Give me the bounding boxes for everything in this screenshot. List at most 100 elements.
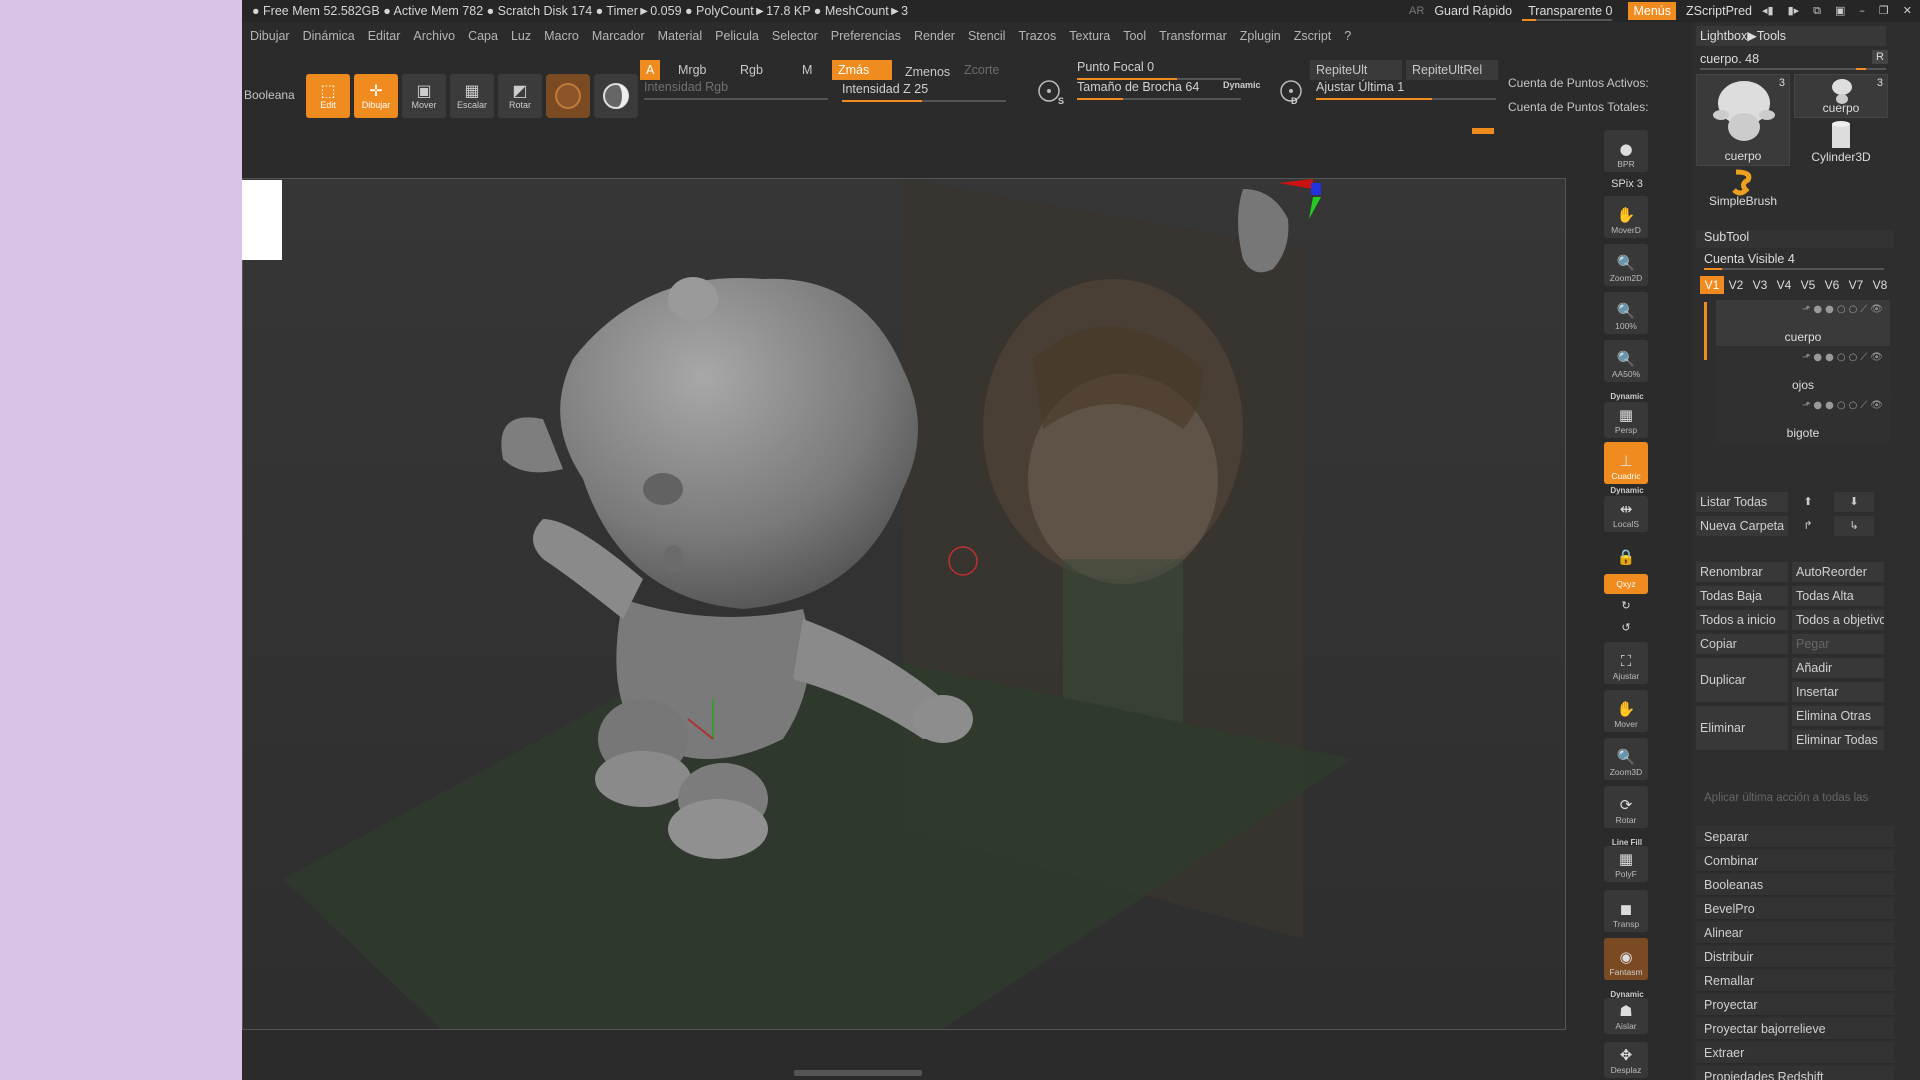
paste-button[interactable]: Pegar — [1792, 634, 1884, 654]
version-tab-v4[interactable]: V4 — [1772, 276, 1796, 294]
actual-size-button[interactable]: 🔍 100% — [1604, 292, 1648, 334]
minimize-icon[interactable]: – — [1859, 4, 1865, 18]
menu-editar[interactable]: Editar — [368, 29, 401, 43]
window-tile-icon[interactable]: ⧉ — [1813, 4, 1821, 18]
rename-button[interactable]: Renombrar — [1696, 562, 1788, 582]
section-combinar[interactable]: Combinar — [1696, 850, 1894, 872]
r-button[interactable]: R — [1872, 50, 1888, 64]
version-tab-v3[interactable]: V3 — [1748, 276, 1772, 294]
add-button[interactable]: Añadir — [1792, 658, 1884, 678]
zadd-toggle[interactable]: Zmás — [832, 60, 892, 80]
menu-dinamica[interactable]: Dinámica — [303, 29, 355, 43]
draw-button[interactable]: ✛ Dibujar — [354, 74, 398, 118]
layout-right-icon[interactable]: ▮▸ — [1788, 4, 1800, 18]
menu-preferencias[interactable]: Preferencias — [831, 29, 901, 43]
transparency-slider[interactable]: Transparente 0 — [1522, 4, 1618, 21]
focal-slider[interactable]: Punto Focal 0 — [1071, 60, 1241, 80]
local-symmetry-button[interactable]: ⇹ LocalS — [1604, 496, 1648, 532]
rgb-intensity-slider[interactable]: Intensidad Rgb — [638, 80, 828, 100]
window-layout-icon[interactable]: ▣ — [1835, 4, 1845, 18]
new-folder-button[interactable]: Nueva Carpeta — [1696, 516, 1788, 536]
rotate-y-icon[interactable]: ↻ — [1604, 596, 1648, 616]
all-to-target-button[interactable]: Todos a objetivo — [1792, 610, 1884, 630]
visible-count-slider[interactable]: Cuenta Visible 4 — [1696, 252, 1886, 270]
menu-capa[interactable]: Capa — [468, 29, 498, 43]
material-button[interactable] — [546, 74, 590, 118]
transp-button[interactable]: ◼ Transp — [1604, 890, 1648, 932]
menu-pelicula[interactable]: Pelicula — [715, 29, 759, 43]
subtool-header[interactable]: SubTool — [1696, 230, 1894, 248]
move3d-button[interactable]: ✋ Mover — [1604, 690, 1648, 732]
all-to-start-button[interactable]: Todos a inicio — [1696, 610, 1788, 630]
persp-button[interactable]: ▦ Persp — [1604, 402, 1648, 438]
folder-down-icon[interactable]: ↳ — [1834, 516, 1874, 536]
zoom2d-button[interactable]: 🔍 Zoom2D — [1604, 244, 1648, 286]
section-booleanas[interactable]: Booleanas — [1696, 874, 1894, 896]
list-all-button[interactable]: Listar Todas — [1696, 492, 1788, 512]
menu-zscript[interactable]: Zscript — [1294, 29, 1332, 43]
aa-half-button[interactable]: 🔍 AA50% — [1604, 340, 1648, 382]
zoom3d-button[interactable]: 🔍 Zoom3D — [1604, 738, 1648, 780]
move-down-icon[interactable]: ⬇ — [1834, 492, 1874, 512]
version-tab-v8[interactable]: V8 — [1868, 276, 1892, 294]
edit-button[interactable]: ⬚ Edit — [306, 74, 350, 118]
menu-selector[interactable]: Selector — [772, 29, 818, 43]
rotate3d-button[interactable]: ⟳ Rotar — [1604, 786, 1648, 828]
section-distribuir[interactable]: Distribuir — [1696, 946, 1894, 968]
tool-thumb-cuerpo[interactable]: 3 cuerpo — [1696, 74, 1790, 166]
menu-render[interactable]: Render — [914, 29, 955, 43]
brush-size-slider[interactable]: Tamaño de Brocha 64 — [1071, 80, 1241, 100]
scale-button[interactable]: ▦ Escalar — [450, 74, 494, 118]
solo-button[interactable]: ☗ Aislar — [1604, 998, 1648, 1034]
menu-macro[interactable]: Macro — [544, 29, 579, 43]
section-separar[interactable]: Separar — [1696, 826, 1894, 848]
version-tab-v7[interactable]: V7 — [1844, 276, 1868, 294]
section-extraer[interactable]: Extraer — [1696, 1042, 1894, 1064]
zsub-toggle[interactable]: Zmenos — [899, 62, 956, 82]
lock-button[interactable]: 🔒 — [1604, 534, 1648, 570]
boolean-label[interactable]: Booleana — [244, 88, 295, 102]
folder-up-icon[interactable]: ↱ — [1788, 516, 1828, 536]
menu-archivo[interactable]: Archivo — [413, 29, 455, 43]
tool-slider[interactable]: cuerpo. 48 — [1696, 50, 1886, 70]
autoreorder-button[interactable]: AutoReorder — [1792, 562, 1884, 582]
delete-button[interactable]: Eliminar — [1696, 706, 1788, 750]
frame-button[interactable]: ⛶ Ajustar — [1604, 642, 1648, 684]
menu-luz[interactable]: Luz — [511, 29, 531, 43]
subtool-toggles-icon[interactable]: ⬏●●○○⟋👁 — [1802, 400, 1886, 411]
script-button[interactable]: ZScriptPred — [1686, 4, 1752, 18]
delete-all-button[interactable]: Eliminar Todas — [1792, 730, 1884, 750]
insert-button[interactable]: Insertar — [1792, 682, 1884, 702]
bpr-button[interactable]: ● BPR — [1604, 130, 1648, 172]
m-toggle[interactable]: M — [796, 60, 818, 80]
menu-zplugin[interactable]: Zplugin — [1240, 29, 1281, 43]
replay-last-rel-button[interactable]: RepiteUltRel — [1406, 60, 1498, 80]
layout-left-icon[interactable]: ◂▮ — [1762, 4, 1774, 18]
rotate-button[interactable]: ◩ Rotar — [498, 74, 542, 118]
version-tab-v1[interactable]: V1 — [1700, 276, 1724, 294]
menu-help[interactable]: ? — [1344, 29, 1351, 43]
menus-button[interactable]: Menús — [1628, 2, 1676, 20]
adjust-last-slider[interactable]: Ajustar Última 1 — [1310, 80, 1496, 100]
texture-button[interactable] — [594, 74, 638, 118]
apply-all-hint[interactable]: Aplicar última acción a todas las — [1704, 792, 1894, 804]
version-tab-v2[interactable]: V2 — [1724, 276, 1748, 294]
a-toggle[interactable]: A — [640, 60, 661, 80]
move-button[interactable]: ▣ Mover — [402, 74, 446, 118]
move-up-icon[interactable]: ⬆ — [1788, 492, 1828, 512]
all-high-button[interactable]: Todas Alta — [1792, 586, 1884, 606]
canvas-viewport[interactable] — [242, 178, 1566, 1030]
section-bevelpro[interactable]: BevelPro — [1696, 898, 1894, 920]
all-low-button[interactable]: Todas Baja — [1696, 586, 1788, 606]
restore-icon[interactable]: ❐ — [1879, 4, 1889, 18]
rgb-toggle[interactable]: Rgb — [734, 60, 769, 80]
replay-last-button[interactable]: RepiteUlt — [1310, 60, 1402, 80]
menu-dibujar[interactable]: Dibujar — [250, 29, 290, 43]
xpose-button[interactable]: ✥ Desplaz — [1604, 1042, 1648, 1078]
section-proyectar[interactable]: Proyectar — [1696, 994, 1894, 1016]
subtool-item[interactable]: ⬏●●○○⟋👁 bigote — [1716, 396, 1890, 442]
moverd-button[interactable]: ✋ MoverD — [1604, 196, 1648, 238]
version-tab-v5[interactable]: V5 — [1796, 276, 1820, 294]
rotate-z-icon[interactable]: ↺ — [1604, 618, 1648, 638]
left-tray-tab[interactable] — [242, 180, 282, 260]
